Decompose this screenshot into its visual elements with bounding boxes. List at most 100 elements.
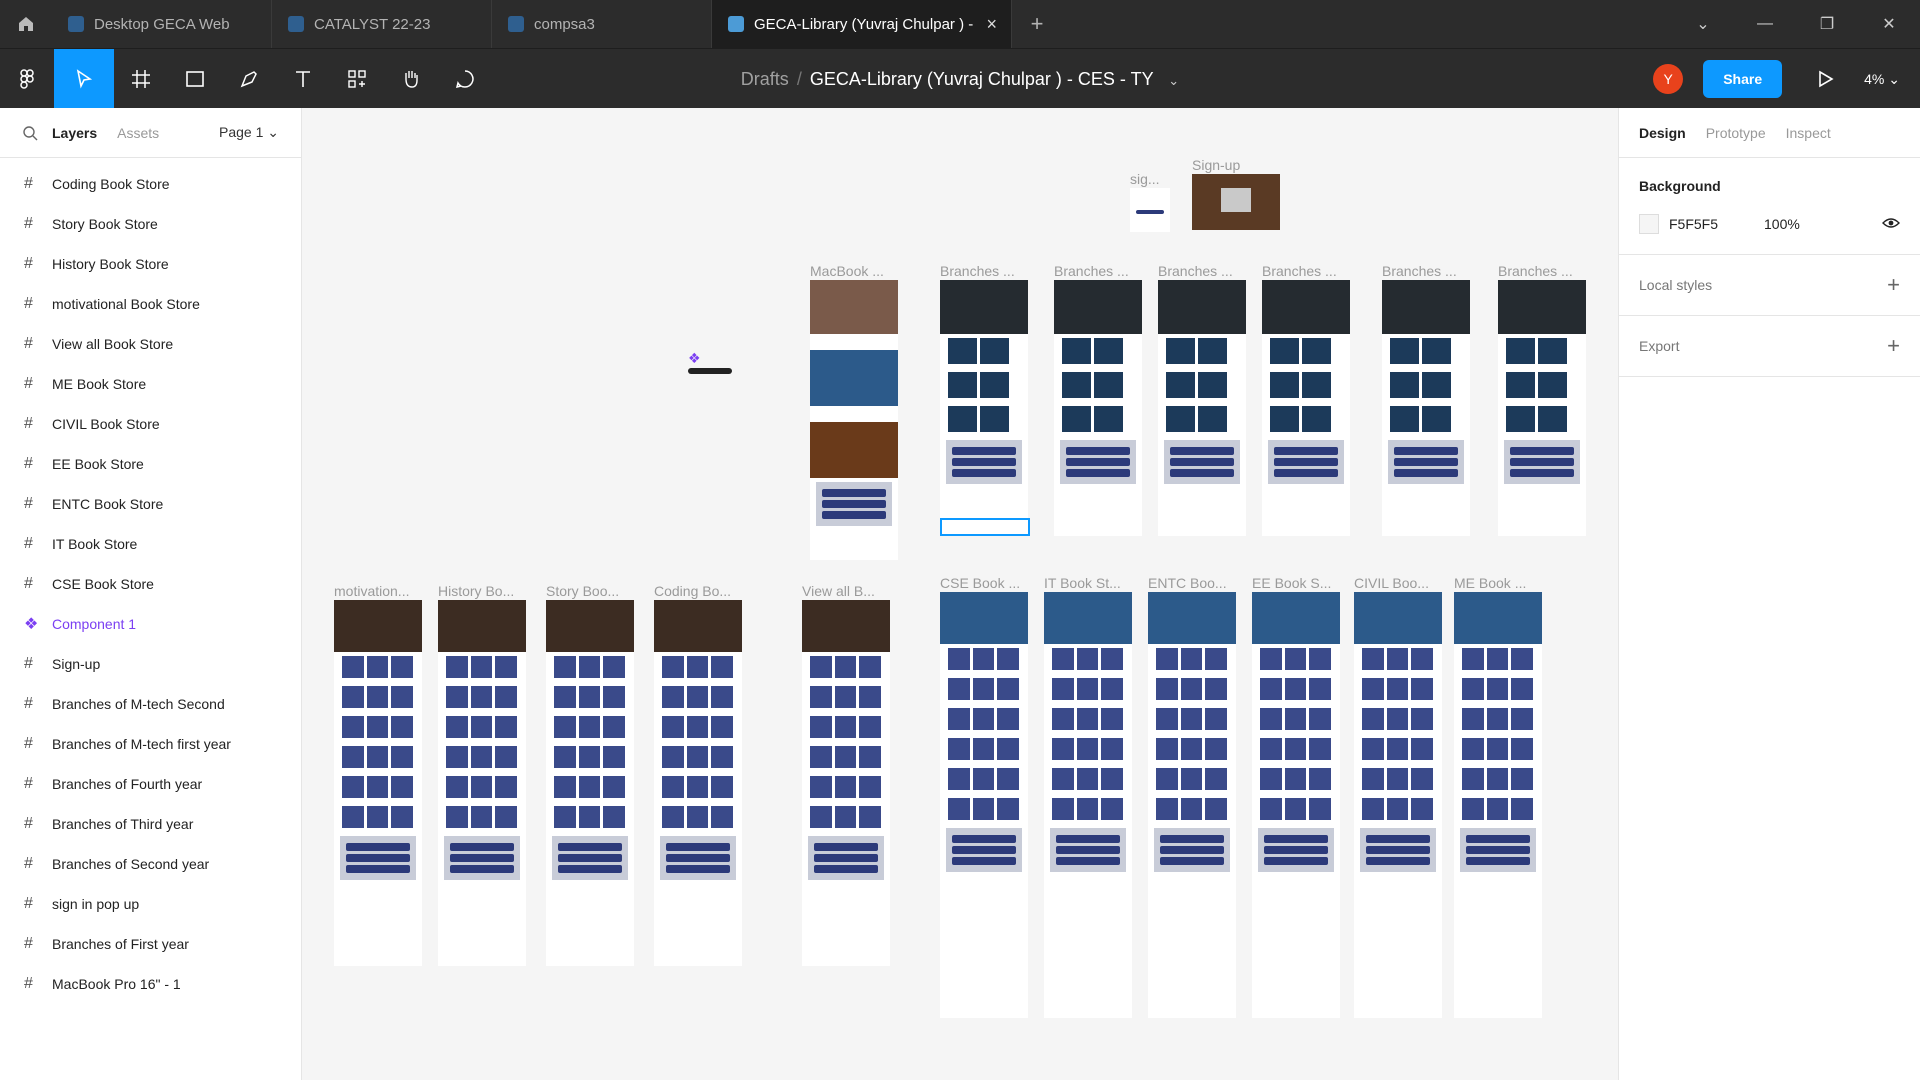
comment-tool-button[interactable] [438, 49, 492, 109]
text-tool-button[interactable] [276, 49, 330, 109]
canvas[interactable]: sig... Sign-up ❖ MacBook ... Branches ..… [302, 108, 1618, 1080]
tab-geca-library[interactable]: GECA-Library (Yuvraj Chulpar ) - CES - × [712, 0, 1012, 48]
frame-thumbnail[interactable]: View all B... [802, 583, 890, 966]
frame-sign-in-pop-up[interactable]: sig... [1130, 171, 1170, 232]
book-thumbnail [1511, 768, 1533, 790]
link-bar [558, 854, 622, 862]
frame-tool-button[interactable] [114, 49, 168, 109]
book-grid-row [1382, 368, 1470, 402]
layer-item[interactable]: # Branches of Second year [0, 844, 301, 884]
minimize-icon[interactable]: — [1734, 0, 1796, 48]
background-hex[interactable]: F5F5F5 [1669, 216, 1718, 232]
frame-thumbnail[interactable]: Coding Bo... [654, 583, 742, 966]
breadcrumb-drafts[interactable]: Drafts [741, 69, 789, 89]
search-icon[interactable] [22, 125, 38, 141]
plus-icon[interactable]: + [1887, 333, 1900, 359]
zoom-value: 4% [1864, 70, 1885, 87]
component-instance[interactable] [688, 368, 732, 374]
layer-item[interactable]: ❖ Component 1 [0, 604, 301, 644]
frame-thumbnail[interactable]: ENTC Boo... [1148, 575, 1236, 1018]
present-button[interactable] [1806, 70, 1846, 88]
tab-catalyst[interactable]: CATALYST 22-23 [272, 0, 492, 48]
book-thumbnail [1462, 648, 1484, 670]
pen-tool-button[interactable] [222, 49, 276, 109]
home-icon[interactable] [0, 0, 52, 48]
book-thumbnail [1101, 768, 1123, 790]
frame-label: History Bo... [438, 583, 515, 599]
file-name[interactable]: GECA-Library (Yuvraj Chulpar ) - CES - T… [810, 69, 1153, 89]
restore-icon[interactable]: ❐ [1796, 0, 1858, 48]
move-tool-button[interactable] [54, 48, 114, 109]
frame-thumbnail[interactable]: Branches ... [1054, 263, 1142, 536]
frame-label: MacBook ... [810, 263, 884, 279]
layer-item[interactable]: # MacBook Pro 16" - 1 [0, 964, 301, 1004]
layer-item[interactable]: # EE Book Store [0, 444, 301, 484]
layer-item[interactable]: # Branches of Third year [0, 804, 301, 844]
chevron-down-icon[interactable]: ⌄ [1672, 0, 1734, 48]
layer-item[interactable]: # Branches of M-tech first year [0, 724, 301, 764]
chevron-down-icon[interactable]: ⌄ [1168, 73, 1179, 88]
layer-item[interactable]: # CIVIL Book Store [0, 404, 301, 444]
tab-desktop-geca-web[interactable]: Desktop GECA Web [52, 0, 272, 48]
layer-item[interactable]: # CSE Book Store [0, 564, 301, 604]
tab-prototype[interactable]: Prototype [1706, 125, 1766, 141]
close-window-icon[interactable]: ✕ [1858, 0, 1920, 48]
frame-thumbnail[interactable]: Branches ... [1262, 263, 1350, 536]
frame-thumbnail[interactable]: CIVIL Boo... [1354, 575, 1442, 1018]
background-opacity[interactable]: 100% [1764, 216, 1800, 232]
resources-tool-button[interactable] [330, 49, 384, 109]
frame-thumbnail[interactable]: Story Boo... [546, 583, 634, 966]
color-swatch[interactable] [1639, 214, 1659, 234]
new-tab-icon[interactable]: + [1012, 0, 1062, 48]
frame-thumbnail[interactable]: Branches ... [1382, 263, 1470, 536]
tab-layers[interactable]: Layers [52, 125, 97, 141]
layer-item[interactable]: # ME Book Store [0, 364, 301, 404]
layer-item[interactable]: # IT Book Store [0, 524, 301, 564]
link-bar [346, 843, 410, 851]
layer-item[interactable]: # Branches of M-tech Second [0, 684, 301, 724]
avatar[interactable]: Y [1653, 64, 1684, 94]
frame-thumbnail[interactable]: Branches ... [940, 263, 1028, 536]
layer-item[interactable]: # Coding Book Store [0, 164, 301, 204]
page-dropdown[interactable]: Page 1 ⌄ [219, 124, 279, 141]
frame-thumbnail[interactable]: IT Book St... [1044, 575, 1132, 1018]
frame-thumbnail[interactable]: CSE Book ... [940, 575, 1028, 1018]
layer-item[interactable]: # Branches of Fourth year [0, 764, 301, 804]
eye-icon[interactable] [1882, 216, 1900, 232]
frame-sign-up[interactable]: Sign-up [1192, 157, 1280, 230]
layer-item[interactable]: # Sign-up [0, 644, 301, 684]
tab-compsa3[interactable]: compsa3 [492, 0, 712, 48]
layer-item[interactable]: # ENTC Book Store [0, 484, 301, 524]
layer-item[interactable]: # motivational Book Store [0, 284, 301, 324]
frame-thumbnail[interactable]: Branches ... [1158, 263, 1246, 536]
frame-thumbnail[interactable]: motivation... [334, 583, 422, 966]
frame-thumbnail[interactable]: EE Book S... [1252, 575, 1340, 1018]
layer-item[interactable]: # History Book Store [0, 244, 301, 284]
layer-item[interactable]: # View all Book Store [0, 324, 301, 364]
frame-macbook-pro[interactable]: MacBook ... [810, 263, 898, 560]
layer-item[interactable]: # Branches of First year [0, 924, 301, 964]
share-button[interactable]: Share [1703, 60, 1783, 98]
plus-icon[interactable]: + [1887, 272, 1900, 298]
tab-inspect[interactable]: Inspect [1786, 125, 1831, 141]
hand-tool-button[interactable] [384, 49, 438, 109]
tab-assets[interactable]: Assets [117, 125, 159, 141]
frame-thumbnail[interactable]: History Bo... [438, 583, 526, 966]
toolbar: Drafts / GECA-Library (Yuvraj Chulpar ) - … [0, 48, 1920, 109]
tab-design[interactable]: Design [1639, 125, 1686, 141]
shape-tool-button[interactable] [168, 49, 222, 109]
layers-panel-header: Layers Assets Page 1 ⌄ [0, 108, 301, 158]
zoom-dropdown[interactable]: 4% ⌄ [1864, 71, 1900, 88]
close-icon[interactable]: × [986, 14, 997, 35]
frame-thumbnail[interactable]: ME Book ... [1454, 575, 1542, 1018]
layer-item[interactable]: # sign in pop up [0, 884, 301, 924]
frame-label: sig... [1130, 171, 1160, 187]
frame-icon: # [24, 175, 33, 192]
book-grid-row [334, 682, 422, 712]
component-icon[interactable]: ❖ [688, 350, 701, 367]
book-grid-row [940, 644, 1028, 674]
main-menu-button[interactable] [0, 49, 54, 109]
layer-item[interactable]: # Story Book Store [0, 204, 301, 244]
frame-thumbnail[interactable]: Branches ... [1498, 263, 1586, 536]
frame-icon: # [24, 375, 33, 392]
